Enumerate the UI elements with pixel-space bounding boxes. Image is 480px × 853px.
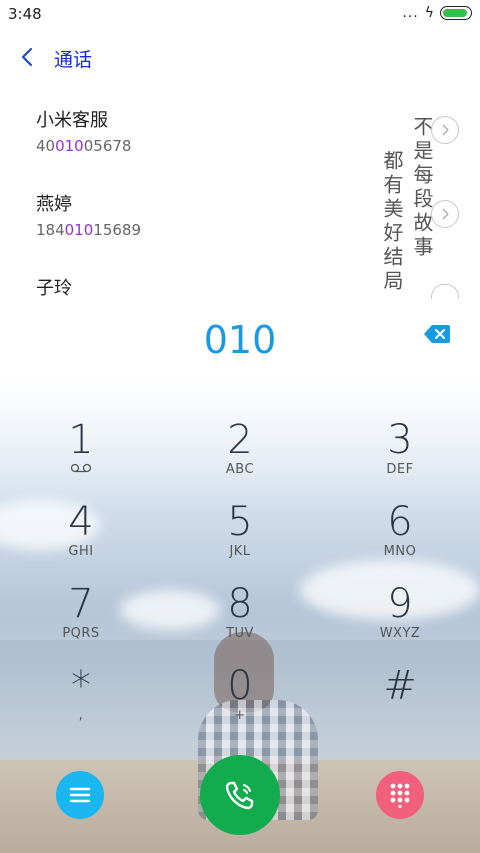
more-dots-icon: ... <box>402 5 419 21</box>
key-digit: 9 <box>387 581 413 627</box>
key-hash[interactable]: # <box>345 666 455 738</box>
contact-number: 18401015689 <box>36 221 141 239</box>
key-9[interactable]: 9 WXYZ <box>345 584 455 656</box>
number-prefix: 40 <box>36 137 56 155</box>
key-letters: TUV <box>226 626 254 641</box>
key-letters: GHI <box>68 544 94 559</box>
key-letters: + <box>234 708 246 723</box>
key-6[interactable]: 6 MNO <box>345 502 455 574</box>
contact-detail-icon[interactable] <box>431 200 459 228</box>
contact-name: 燕婷 <box>36 194 72 215</box>
status-icons: ... ϟ <box>402 6 472 20</box>
key-star[interactable]: * , <box>26 666 136 738</box>
key-digit: * <box>71 663 91 709</box>
page-title: 通话 <box>54 49 93 71</box>
battery-icon <box>440 6 472 20</box>
key-3[interactable]: 3 DEF <box>345 420 455 492</box>
number-match: 010 <box>64 221 94 239</box>
key-digit: 1 <box>68 417 94 463</box>
key-4[interactable]: 4 GHI <box>26 502 136 574</box>
key-digit: 6 <box>387 499 413 545</box>
keypad-toggle-button[interactable] <box>376 771 424 819</box>
phone-icon <box>225 781 254 810</box>
status-bar: 3:48 ... ϟ <box>0 0 480 28</box>
key-2[interactable]: 2 ABC <box>185 420 295 492</box>
key-letters: , <box>78 708 84 723</box>
number-suffix: 05678 <box>83 137 132 155</box>
contact-number: 4001005678 <box>36 137 131 155</box>
key-letters: MNO <box>383 544 417 559</box>
contact-detail-icon[interactable] <box>431 116 459 144</box>
key-digit: # <box>383 663 417 709</box>
key-digit: 0 <box>227 663 253 709</box>
key-7[interactable]: 7 PQRS <box>26 584 136 656</box>
call-button[interactable] <box>200 755 280 835</box>
charging-bolt-icon: ϟ <box>424 5 434 21</box>
key-digit: 7 <box>68 581 94 627</box>
dialpad-icon <box>390 783 410 808</box>
contact-item[interactable]: 子玲 <box>36 274 72 300</box>
key-letters: ABC <box>225 462 255 477</box>
status-time: 3:48 <box>8 5 42 23</box>
number-match: 010 <box>55 137 84 155</box>
wallpaper-poem: 不是每段故事 都有美好结局 <box>370 112 480 322</box>
key-letters: PQRS <box>62 626 100 641</box>
contact-item[interactable]: 小米客服 4001005678 <box>36 106 131 155</box>
key-0[interactable]: 0 + <box>185 666 295 738</box>
poem-line: 都有美好结局 <box>380 150 404 294</box>
hamburger-icon <box>69 787 91 803</box>
dialed-digits: 010 <box>203 318 277 362</box>
chevron-left-icon[interactable] <box>14 44 40 70</box>
key-digit: 4 <box>68 499 94 545</box>
contact-name: 小米客服 <box>36 110 108 131</box>
key-digit: 3 <box>387 417 413 463</box>
header: 通话 <box>0 36 480 80</box>
menu-button[interactable] <box>56 771 104 819</box>
key-digit: 5 <box>227 499 253 545</box>
key-5[interactable]: 5 JKL <box>185 502 295 574</box>
key-digit: 2 <box>227 417 253 463</box>
key-letters: JKL <box>229 544 251 559</box>
contact-item[interactable]: 燕婷 18401015689 <box>36 190 141 239</box>
key-8[interactable]: 8 TUV <box>185 584 295 656</box>
number-prefix: 184 <box>36 221 65 239</box>
backspace-icon[interactable] <box>424 324 450 346</box>
contact-name: 子玲 <box>36 278 72 299</box>
voicemail-icon <box>26 462 136 477</box>
key-letters: DEF <box>386 462 414 477</box>
key-digit: 8 <box>227 581 253 627</box>
key-1[interactable]: 1 <box>26 420 136 492</box>
key-letters: WXYZ <box>379 626 421 641</box>
number-suffix: 15689 <box>93 221 141 239</box>
